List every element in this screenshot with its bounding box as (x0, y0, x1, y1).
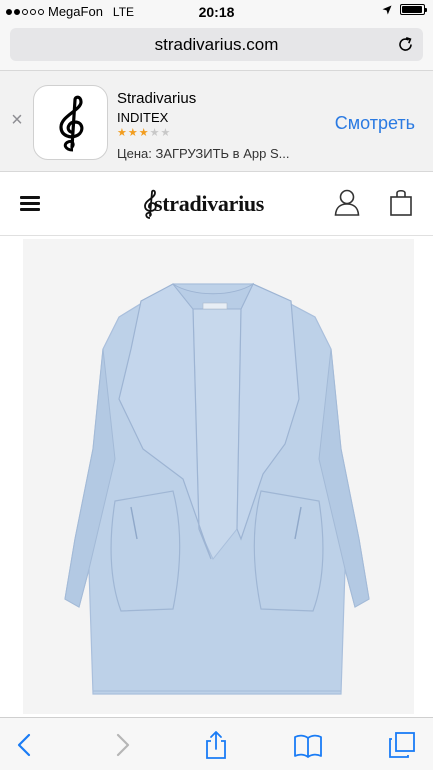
rating-star-icon: ★ (127, 127, 139, 139)
user-icon[interactable] (334, 188, 360, 218)
url-field[interactable]: stradivarius.com (10, 28, 423, 61)
app-price: Цена: ЗАГРУЗИТЬ в App S... (117, 146, 290, 161)
logo-text: stradivarius (154, 191, 265, 216)
status-right (382, 4, 427, 15)
banner-close-button[interactable]: × (9, 110, 25, 130)
share-icon[interactable] (201, 730, 231, 760)
url-text[interactable]: stradivarius.com (10, 35, 423, 55)
shopping-bag-icon[interactable] (389, 189, 413, 217)
app-store-banner: × Stradivarius INDITEX ★★★★★ Цена: ЗАГРУ… (0, 70, 433, 172)
site-header: stradivarius (0, 172, 433, 236)
reload-icon[interactable] (397, 36, 414, 53)
app-rating: ★★★★★ (117, 126, 171, 139)
app-name: Stradivarius (117, 90, 197, 107)
bookmarks-icon[interactable] (293, 730, 323, 760)
rating-star-icon: ★ (160, 127, 172, 139)
browser-toolbar (0, 717, 433, 770)
status-time: 20:18 (198, 4, 235, 20)
stradivarius-logo[interactable]: stradivarius (142, 186, 264, 222)
product-gallery (0, 236, 433, 717)
back-chevron-icon[interactable] (10, 730, 40, 760)
forward-chevron-icon[interactable] (107, 730, 137, 760)
coat-image (64, 282, 370, 695)
rating-star-icon: ★ (149, 127, 161, 139)
treble-clef-logo-icon (58, 95, 83, 151)
tabs-icon[interactable] (387, 730, 417, 760)
rating-star-icon: ★ (138, 127, 150, 139)
app-vendor: INDITEX (117, 110, 169, 125)
product-image[interactable] (23, 239, 414, 714)
rating-star-icon: ★ (117, 127, 128, 139)
view-app-button[interactable]: Смотреть (335, 113, 415, 134)
browser-address-bar: stradivarius.com (0, 24, 433, 70)
status-bar: MegaFon LTE 20:18 (0, 0, 433, 24)
app-icon[interactable] (33, 85, 108, 160)
location-arrow-icon (382, 5, 392, 14)
hamburger-menu-icon[interactable] (20, 196, 40, 211)
battery-icon (400, 4, 427, 15)
